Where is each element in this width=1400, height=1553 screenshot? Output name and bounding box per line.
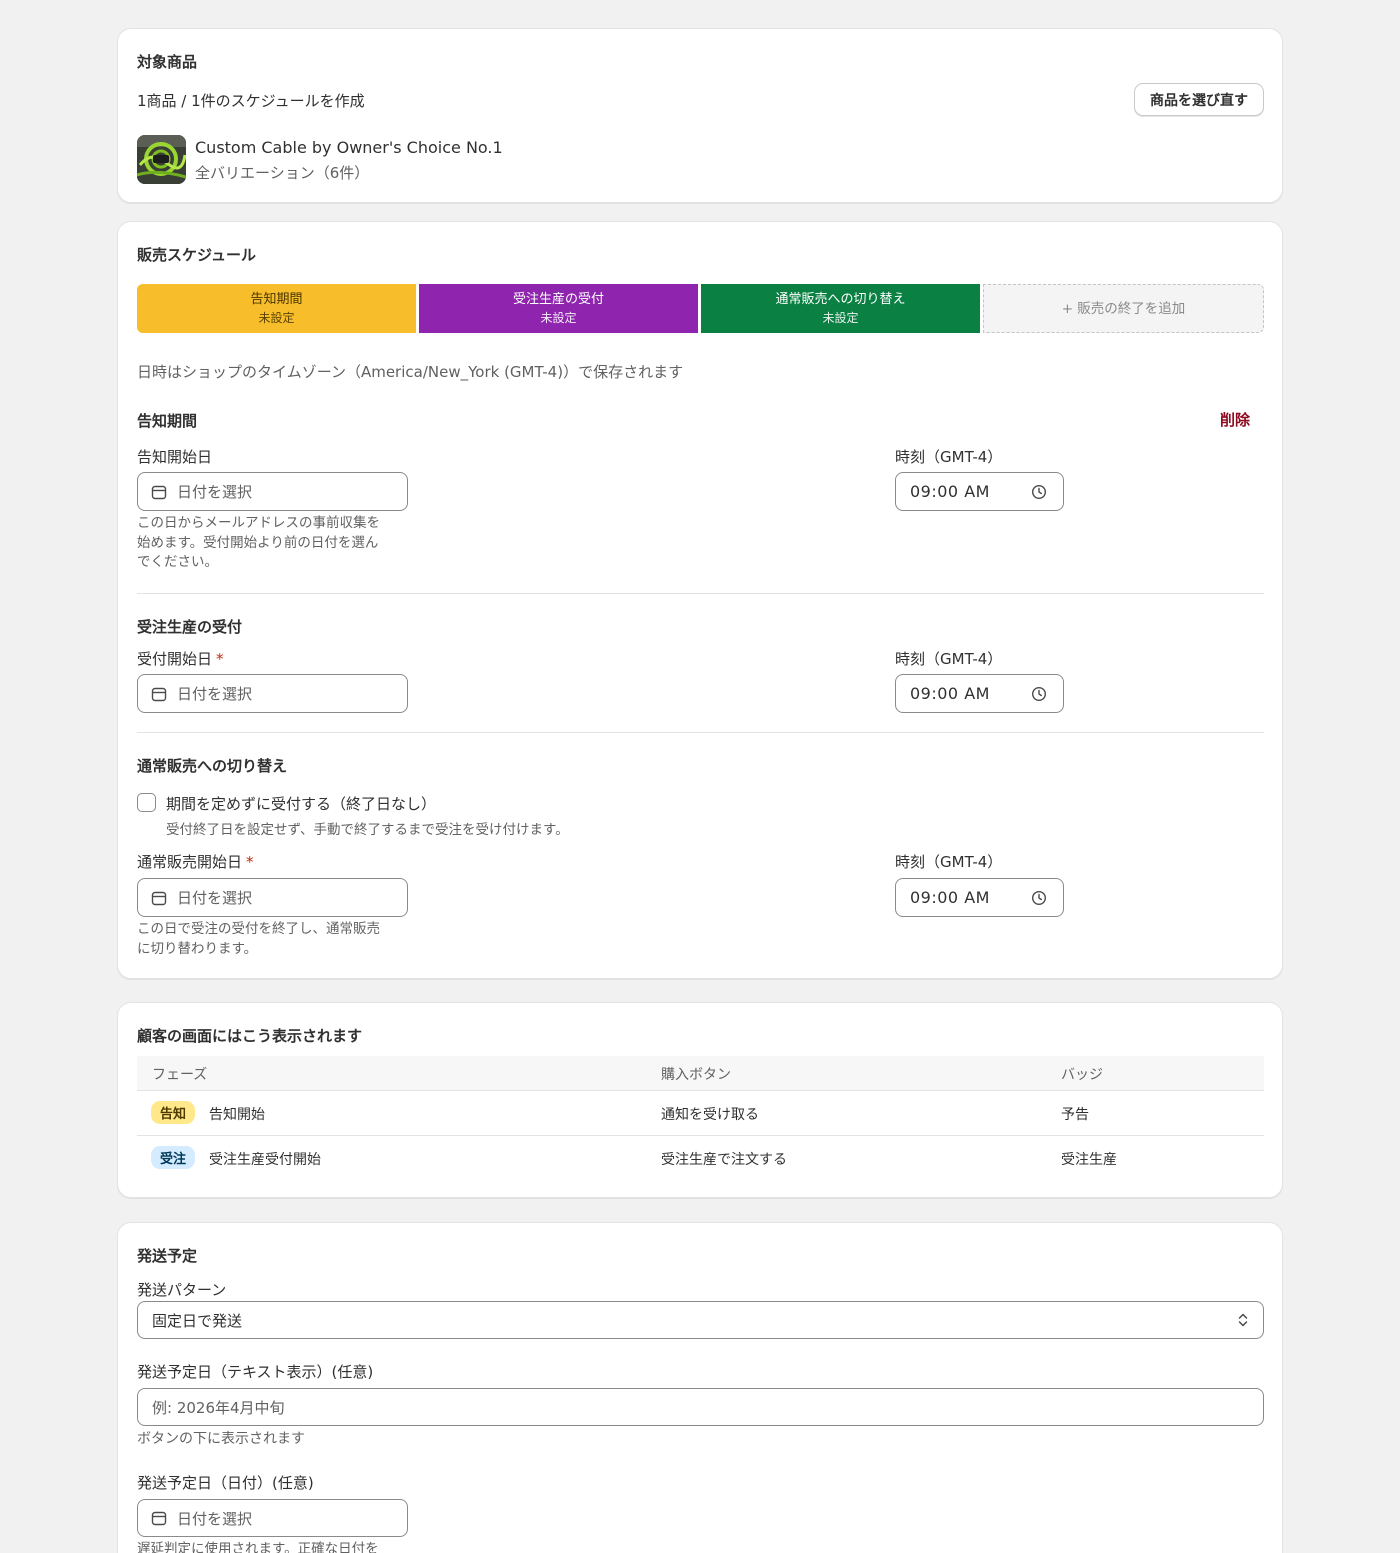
required-mark: * [216,650,224,668]
clock-icon [1031,484,1047,500]
buy-button-text: 通知を受け取る [661,1107,759,1123]
table-row: 受注 受注生産受付開始 受注生産で注文する 受注生産 [137,1136,1264,1181]
announce-time-input[interactable]: 09:00 AM [895,472,1064,511]
shipping-pattern-select[interactable]: 固定日で発送 [137,1301,1264,1339]
ship-date-placeholder: 日付を選択 [177,1509,253,1528]
phase-segment-label: 通常販売への切り替え [775,291,906,307]
chevron-updown-icon [1237,1311,1249,1329]
calendar-icon [151,890,167,906]
delete-announce-link[interactable]: 削除 [1220,409,1250,430]
phase-segment-label: 受注生産の受付 [512,291,604,307]
customer-preview-card: 顧客の画面にはこう表示されます フェーズ 購入ボタン バッジ 告知 告知開始 通… [117,1002,1283,1198]
regular-heading: 通常販売への切り替え [137,757,288,775]
required-mark: * [246,853,254,871]
clock-icon [1031,686,1047,702]
calendar-icon [151,484,167,500]
preorder-time-value: 09:00 AM [910,684,990,703]
table-header: フェーズ 購入ボタン バッジ [137,1056,1264,1091]
announce-date-input[interactable]: 日付を選択 [137,472,408,511]
phase-segment-status: 未設定 [822,310,859,325]
preview-table: フェーズ 購入ボタン バッジ 告知 告知開始 通知を受け取る 予告 受注 受注生… [137,1056,1264,1181]
phase-segment-status: 未設定 [258,310,295,325]
phase-segment-regular[interactable]: 通常販売への切り替え 未設定 [701,284,980,333]
regular-time-label: 時刻（GMT-4） [895,853,1003,871]
shipping-card-title: 発送予定 [137,1247,198,1265]
regular-date-help: この日で受注の受付を終了し、通常販売 に切り替わります。 [137,920,380,959]
no-end-date-label[interactable]: 期間を定めずに受付する（終了日なし） [166,793,436,814]
announce-heading: 告知期間 [137,412,198,430]
text-date-placeholder: 例: 2026年4月中旬 [152,1398,285,1417]
help-line: でください。 [137,554,218,570]
phase-segment-status: 未設定 [540,310,577,325]
text-date-help: ボタンの下に表示されます [137,1431,305,1447]
phase-tag: 告知 [151,1101,196,1124]
table-row: 告知 告知開始 通知を受け取る 予告 [137,1091,1264,1136]
help-line: に切り替わります。 [137,940,258,957]
help-line: この日からメールアドレスの事前収集を [137,515,380,531]
text-date-input[interactable]: 例: 2026年4月中旬 [137,1388,1264,1426]
calendar-icon [151,1510,167,1526]
schedule-summary: 1商品 / 1件のスケジュールを作成 [137,92,365,110]
add-sale-end-button[interactable]: + 販売の終了を追加 [983,284,1264,333]
column-header: 購入ボタン [661,1067,731,1083]
preorder-date-placeholder: 日付を選択 [177,685,253,703]
schedule-card-title: 販売スケジュール [137,246,256,264]
preview-card-title: 顧客の画面にはこう表示されます [137,1027,363,1045]
reselect-product-button[interactable]: 商品を選び直す [1134,83,1264,116]
phase-segment-label: 告知期間 [250,291,303,307]
text-date-label: 発送予定日（テキスト表示）(任意) [137,1363,374,1381]
announce-date-help: この日からメールアドレスの事前収集を 始めます。受付開始より前の日付を選ん でく… [137,514,380,573]
timezone-note: 日時はショップのタイムゾーン（America/New_York (GMT-4)）… [137,363,684,381]
section-divider [137,732,1264,733]
no-end-date-help: 受付終了日を設定せず、手動で終了するまで受注を受け付けます。 [166,822,569,838]
buy-button-text: 受注生産で注文する [661,1152,787,1168]
announce-time-label: 時刻（GMT-4） [895,448,1003,466]
product-name: Custom Cable by Owner's Choice No.1 [195,138,503,157]
announce-time-value: 09:00 AM [910,482,990,501]
regular-time-input[interactable]: 09:00 AM [895,878,1064,917]
badge-text: 受注生産 [1061,1152,1117,1168]
help-line: この日で受注の受付を終了し、通常販売 [137,921,380,937]
clock-icon [1031,890,1047,906]
product-thumbnail [137,135,186,184]
ship-date-label: 発送予定日（日付）(任意) [137,1474,314,1492]
badge-text: 予告 [1061,1107,1089,1123]
regular-date-input[interactable]: 日付を選択 [137,878,408,917]
help-line: 始めます。受付開始より前の日付を選ん [137,534,379,551]
shipping-card: 発送予定 発送パターン 固定日で発送 発送予定日（テキスト表示）(任意) 例: … [117,1222,1283,1553]
phase-segment-announce[interactable]: 告知期間 未設定 [137,284,416,333]
schedule-card: 販売スケジュール 告知期間 未設定 受注生産の受付 未設定 通常販売への切り替え… [117,221,1283,979]
preorder-date-input[interactable]: 日付を選択 [137,674,408,713]
shipping-pattern-value: 固定日で発送 [152,1311,243,1330]
calendar-icon [151,686,167,702]
product-variations: 全バリエーション（6件） [195,164,370,182]
announce-date-label: 告知開始日 [137,448,213,466]
shipping-pattern-label: 発送パターン [137,1281,227,1299]
preorder-heading: 受注生産の受付 [137,618,243,636]
regular-date-label-text: 通常販売開始日 [137,853,243,871]
preorder-date-label: 受付開始日 * [137,648,224,669]
column-header: フェーズ [152,1067,208,1083]
preorder-date-label-text: 受付開始日 [137,650,213,668]
regular-date-placeholder: 日付を選択 [177,889,253,907]
phase-name: 告知開始 [209,1107,265,1123]
phase-tag: 受注 [151,1146,196,1169]
regular-date-label: 通常販売開始日 * [137,851,254,872]
add-sale-end-label: + 販売の終了を追加 [1061,300,1186,317]
product-card-title: 対象商品 [137,53,198,71]
regular-time-value: 09:00 AM [910,888,990,907]
product-card: 対象商品 1商品 / 1件のスケジュールを作成 商品を選び直す Custom C… [117,28,1283,203]
preorder-time-input[interactable]: 09:00 AM [895,674,1064,713]
phase-segment-preorder[interactable]: 受注生産の受付 未設定 [419,284,698,333]
column-header: バッジ [1061,1067,1103,1083]
ship-date-help: 遅延判定に使用されます。正確な日付を [137,1541,379,1553]
section-divider [137,593,1264,594]
ship-date-input[interactable]: 日付を選択 [137,1499,408,1537]
phase-name: 受注生産受付開始 [209,1152,321,1168]
announce-date-placeholder: 日付を選択 [177,483,253,501]
no-end-date-checkbox[interactable] [137,793,156,812]
preorder-time-label: 時刻（GMT-4） [895,650,1003,668]
